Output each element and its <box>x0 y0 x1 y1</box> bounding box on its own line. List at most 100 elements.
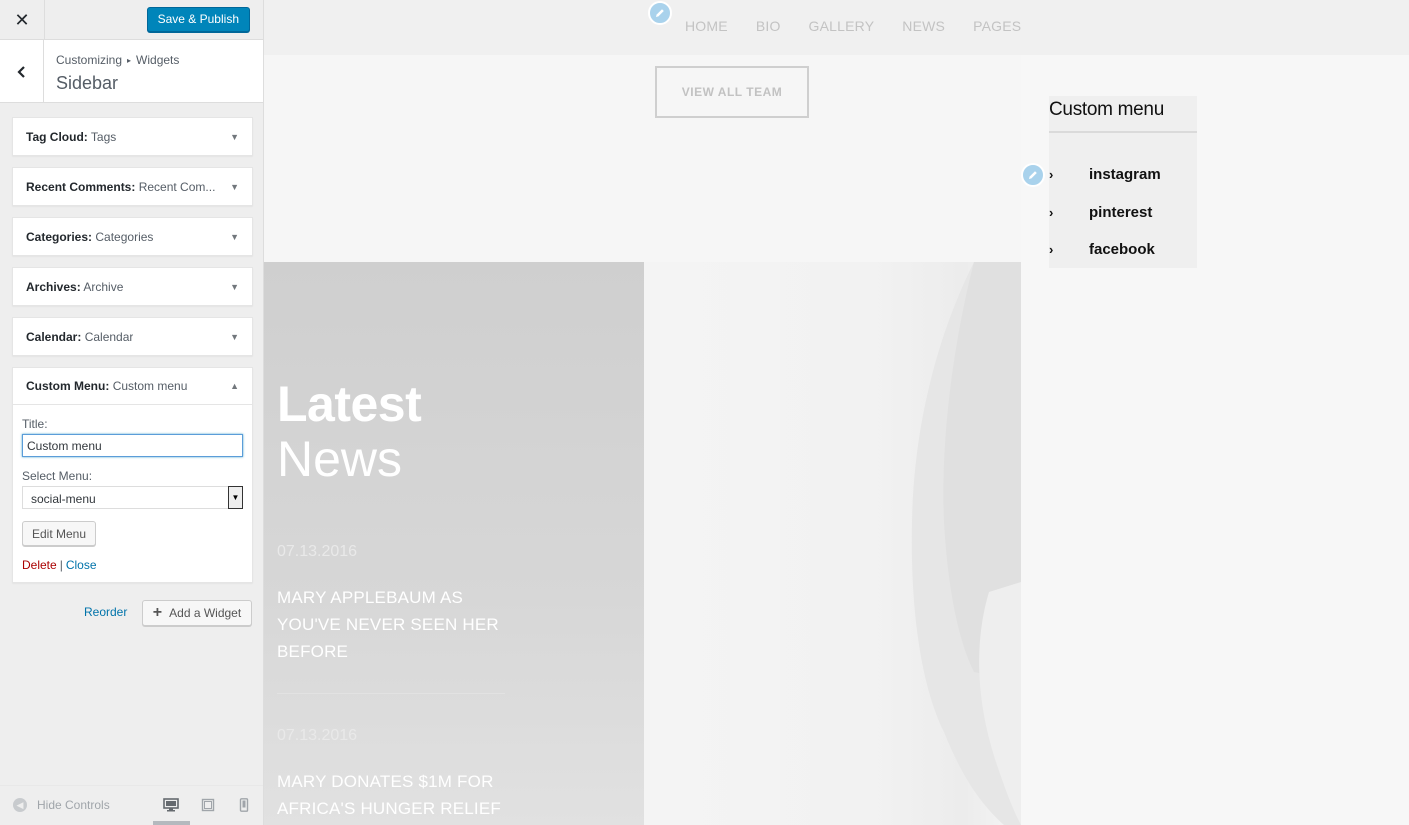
portrait-silhouette <box>911 262 1021 825</box>
widget-calendar: Calendar: Calendar ▼ <box>12 317 253 356</box>
widget-title: Calendar <box>84 329 134 344</box>
breadcrumb: Customizing ▸ Widgets <box>56 53 179 67</box>
mobile-preview-button[interactable] <box>235 796 253 814</box>
pencil-icon <box>656 9 664 17</box>
widget-header[interactable]: Custom Menu: Custom menu ▲ <box>13 368 252 405</box>
widget-type: Tag Cloud <box>26 129 84 144</box>
nav-item-bio[interactable]: BIO <box>756 18 781 34</box>
close-link[interactable]: Close <box>66 558 97 572</box>
widget-header[interactable]: Recent Comments: Recent Com... ▼ <box>13 168 252 205</box>
desktop-icon <box>163 798 179 812</box>
hide-controls-button[interactable]: ◀ Hide Controls <box>13 798 110 812</box>
edit-menu-button[interactable]: Edit Menu <box>22 521 97 546</box>
custom-menu-title: Custom menu <box>1049 99 1164 120</box>
save-publish-button[interactable]: Save & Publish <box>146 7 250 32</box>
expand-arrow-icon[interactable]: ▼ <box>230 332 239 342</box>
section-header: Customizing ▸ Widgets Sidebar <box>0 40 263 103</box>
expand-arrow-icon[interactable]: ▼ <box>230 282 239 292</box>
news-hero-image <box>644 262 1021 825</box>
view-all-team-button[interactable]: VIEW ALL TEAM <box>655 66 809 118</box>
collapse-arrow-icon[interactable]: ▲ <box>230 381 239 391</box>
widget-actions: Delete | Close <box>22 558 243 572</box>
tablet-icon <box>201 798 215 812</box>
news-divider <box>277 693 505 694</box>
widget-archives: Archives: Archive ▼ <box>12 267 253 306</box>
primary-nav: HOME BIO GALLERY NEWS PAGES <box>685 18 1021 34</box>
expand-arrow-icon[interactable]: ▼ <box>230 132 239 142</box>
widget-type: Custom Menu <box>26 379 106 393</box>
desktop-preview-button[interactable] <box>162 796 180 814</box>
news-date: 07.13.2016 <box>277 543 358 560</box>
back-button[interactable] <box>0 40 44 103</box>
pencil-icon <box>1029 171 1037 179</box>
mobile-icon <box>239 798 249 812</box>
reorder-link[interactable]: Reorder <box>84 605 127 619</box>
delete-link[interactable]: Delete <box>22 558 57 572</box>
action-separator: | <box>59 558 63 572</box>
hide-controls-label: Hide Controls <box>37 798 110 812</box>
widget-custom-menu: Custom Menu: Custom menu ▲ Title: Select… <box>12 367 253 583</box>
breadcrumb-parent: Customizing <box>56 53 123 67</box>
widget-form: Title: Select Menu: social-menu ▼ Edit M… <box>13 405 252 582</box>
widget-title: Custom menu <box>112 379 188 393</box>
widget-categories: Categories: Categories ▼ <box>12 217 253 256</box>
select-menu-label: Select Menu: <box>22 469 93 483</box>
customizer-sidebar: ✕ Save & Publish Customizing ▸ Widgets Sid… <box>0 0 264 825</box>
menu-select[interactable]: social-menu ▼ <box>22 486 243 509</box>
customizer-footer: ◀ Hide Controls <box>0 785 263 825</box>
add-widget-button[interactable]: + Add a Widget <box>142 600 252 626</box>
custom-menu-item-label: facebook <box>1089 240 1155 258</box>
widget-header[interactable]: Categories: Categories ▼ <box>13 218 252 255</box>
expand-arrow-icon[interactable]: ▼ <box>230 232 239 242</box>
widget-recent-comments: Recent Comments: Recent Com... ▼ <box>12 167 253 206</box>
widget-title: Archive <box>83 279 124 294</box>
add-widget-label: Add a Widget <box>169 606 242 620</box>
news-heading-line2: News <box>277 431 403 487</box>
custom-menu-item-label: pinterest <box>1089 203 1153 221</box>
custom-menu-item-label: instagram <box>1089 165 1161 183</box>
custom-menu-item-pinterest[interactable]: › pinterest <box>1049 202 1197 222</box>
chevron-right-icon: › <box>1049 204 1054 220</box>
news-date: 07.13.2016 <box>277 727 358 744</box>
site-preview: HOME BIO GALLERY NEWS PAGES VIEW ALL TEA… <box>264 0 1409 825</box>
custom-menu-divider <box>1049 131 1197 133</box>
team-section <box>264 55 1021 262</box>
custom-menu-item-facebook[interactable]: › facebook <box>1049 239 1197 259</box>
tablet-preview-button[interactable] <box>199 796 217 814</box>
nav-item-pages[interactable]: PAGES <box>973 18 1021 34</box>
section-title: Sidebar <box>56 73 119 93</box>
dropdown-arrow-icon[interactable]: ▼ <box>228 486 243 509</box>
widget-type: Categories <box>26 229 89 244</box>
site-header: HOME BIO GALLERY NEWS PAGES <box>264 0 1409 55</box>
close-icon: ✕ <box>14 9 30 30</box>
chevron-right-icon: › <box>1049 166 1054 182</box>
nav-item-home[interactable]: HOME <box>685 18 728 34</box>
widget-header[interactable]: Archives: Archive ▼ <box>13 268 252 305</box>
nav-item-gallery[interactable]: GALLERY <box>809 18 875 34</box>
title-label: Title: <box>22 417 48 431</box>
widget-title: Categories <box>95 229 154 244</box>
breadcrumb-child: Widgets <box>136 53 180 67</box>
chevron-left-icon <box>16 65 25 78</box>
nav-item-news[interactable]: NEWS <box>902 18 945 34</box>
expand-arrow-icon[interactable]: ▼ <box>230 182 239 192</box>
custom-menu-item-instagram[interactable]: › instagram <box>1049 164 1197 184</box>
title-input[interactable] <box>22 434 243 457</box>
customizer-header: ✕ Save & Publish <box>0 0 263 40</box>
widget-title: Recent Com... <box>138 179 216 194</box>
edit-widget-shortcut[interactable] <box>1021 163 1045 187</box>
widget-type: Recent Comments <box>26 179 132 194</box>
collapse-sidebar-icon: ◀ <box>13 798 27 812</box>
widget-title: Tags <box>90 129 117 144</box>
news-heading-line1: Latest <box>277 376 422 432</box>
chevron-right-icon: › <box>1049 241 1054 257</box>
active-device-indicator <box>153 821 190 825</box>
widget-header[interactable]: Calendar: Calendar ▼ <box>13 318 252 355</box>
breadcrumb-separator-icon: ▸ <box>127 56 132 65</box>
custom-menu-widget-preview: Custom menu › instagram › pinterest › fa… <box>1049 96 1197 268</box>
edit-menu-shortcut[interactable] <box>648 1 672 25</box>
close-customizer-button[interactable]: ✕ <box>0 0 45 40</box>
widget-header[interactable]: Tag Cloud: Tags ▼ <box>13 118 252 155</box>
news-headline-link[interactable]: MARY APPLEBAUM AS YOU'VE NEVER SEEN HER … <box>277 584 517 665</box>
news-headline-link[interactable]: MARY DONATES $1M FOR AFRICA'S HUNGER REL… <box>277 768 517 822</box>
